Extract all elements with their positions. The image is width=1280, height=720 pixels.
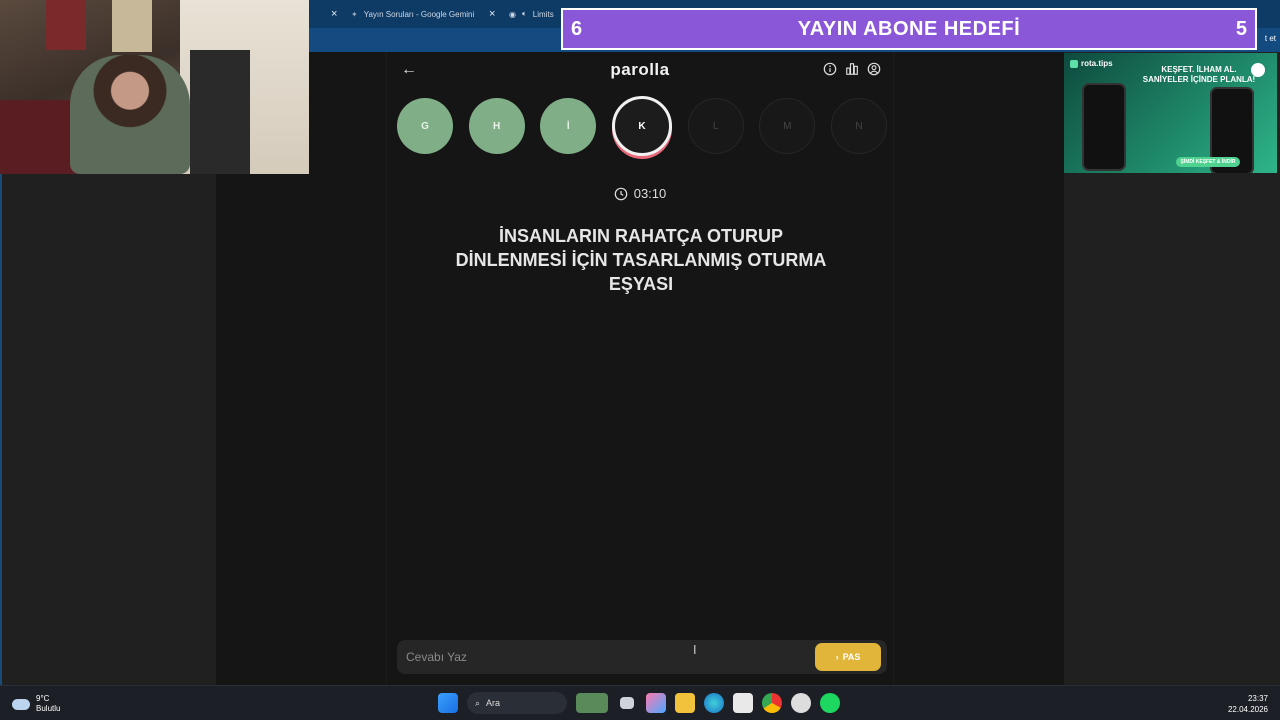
answer-input[interactable] <box>406 650 786 664</box>
search-label: Ara <box>486 698 501 708</box>
windows-start-icon[interactable] <box>438 693 458 713</box>
ad-headline-2: SANİYELER İÇİNDE PLANLA! <box>1142 75 1256 84</box>
widgets-icon[interactable] <box>576 693 608 713</box>
speaker-icon: 🔈︎ <box>521 9 527 18</box>
pass-label: PAS <box>842 652 861 662</box>
info-icon[interactable] <box>823 62 837 76</box>
letter-circle-m: M <box>759 98 816 154</box>
letter-circle-n: N <box>830 98 887 154</box>
pass-button[interactable]: › PAS <box>815 643 881 671</box>
text-cursor-icon: I <box>693 643 697 657</box>
goal-left-value: 6 <box>571 17 583 40</box>
gemini-icon: ✦ <box>351 9 358 19</box>
webcam-overlay <box>0 0 309 174</box>
letter-circle-g: G <box>397 98 453 154</box>
goal-right-value: 5 <box>1235 17 1247 40</box>
timer-value: 03:10 <box>633 186 667 201</box>
letter-circle-l: L <box>687 98 744 154</box>
tab-close-left[interactable]: × <box>331 4 337 24</box>
copilot-icon[interactable] <box>646 693 666 713</box>
game-logo: parolla <box>610 60 670 79</box>
user-icon[interactable] <box>867 62 881 76</box>
spotify-icon[interactable] <box>820 693 840 713</box>
chrome-icon[interactable] <box>762 693 782 713</box>
chevron-right-icon: › <box>835 652 839 662</box>
edge-browser-icon[interactable] <box>704 693 724 713</box>
system-clock[interactable]: 23:37 22.04.2026 <box>1228 693 1268 715</box>
close-icon[interactable]: × <box>331 8 337 20</box>
ad-brand-label: rota.tips <box>1081 59 1113 68</box>
ad-close-icon[interactable] <box>1251 63 1265 77</box>
answer-bar: › PAS <box>397 640 887 674</box>
webcam-shelf <box>190 50 250 174</box>
clock-icon <box>614 187 628 200</box>
stats-icon[interactable] <box>845 62 859 76</box>
webcam-picture <box>112 0 152 52</box>
subscriber-goal-bar: 6 YAYIN ABONE HEDEFİ 5 <box>561 8 1257 50</box>
ad-cta-button[interactable]: ŞİMDİ KEŞFET & İNDİR <box>1176 157 1240 167</box>
left-desktop-area <box>0 174 216 685</box>
letter-row: G H İ K L M N <box>397 96 887 156</box>
letter-circle-h: H <box>468 98 525 154</box>
clock-time: 23:37 <box>1247 694 1268 703</box>
tab-limits[interactable]: ◉ 🔈︎ Limits <box>509 4 554 24</box>
tab-close-gemini[interactable]: × <box>489 4 495 24</box>
weather-desc: Bulutlu <box>36 704 61 713</box>
search-icon: ⌕ <box>475 697 481 708</box>
webcam-person <box>70 55 190 174</box>
timer: 03:10 <box>387 186 893 201</box>
ad-phone-image <box>1082 83 1126 171</box>
weather-text: 9°C Bulutlu <box>36 694 60 714</box>
steam-icon[interactable] <box>791 693 811 713</box>
tab-label: Limits <box>532 9 554 19</box>
taskbar: 9°C Bulutlu ⌕ Ara 23:37 22.04.2026 <box>0 685 1280 720</box>
right-desktop-area <box>1064 172 1280 685</box>
toolbar-text: t et <box>1264 34 1276 43</box>
letter-circle-i: İ <box>540 98 597 154</box>
weather-widget[interactable]: 9°C Bulutlu <box>12 694 60 714</box>
task-view-icon[interactable] <box>620 697 634 709</box>
clock-date: 22.04.2026 <box>1227 705 1268 714</box>
header-icons <box>823 62 881 76</box>
advertisement-banner[interactable]: rota.tips KEŞFET. İLHAM AL. SANİYELER İÇ… <box>1064 53 1277 173</box>
question-text: İNSANLARIN RAHATÇA OTURUP DİNLENMESİ İÇİ… <box>455 226 827 294</box>
file-explorer-icon[interactable] <box>675 693 695 713</box>
taskbar-apps: ⌕ Ara <box>438 692 840 714</box>
letter-circle-k-current: K <box>611 96 672 156</box>
media-icon: ◉ <box>509 9 516 19</box>
webcam-picture <box>46 0 86 50</box>
store-icon[interactable] <box>733 693 753 713</box>
ad-logo-icon <box>1070 59 1078 68</box>
tab-label: Yayın Soruları - Google Gemini <box>363 9 475 19</box>
webcam-chair <box>0 100 80 174</box>
taskbar-search[interactable]: ⌕ Ara <box>467 692 567 714</box>
weather-temp: 9°C <box>36 694 50 703</box>
screen: × ✦ Yayın Soruları - Google Gemini × ◉ 🔈… <box>0 0 1280 720</box>
goal-title: YAYIN ABONE HEDEFİ <box>797 17 1021 40</box>
close-icon[interactable]: × <box>489 8 495 20</box>
parolla-game: ← parolla G H İ K L M N 03:10 İNSANLARIN… <box>386 52 894 685</box>
tab-gemini[interactable]: ✦ Yayın Soruları - Google Gemini <box>351 4 474 24</box>
ad-brand: rota.tips <box>1070 59 1113 68</box>
cloud-icon <box>12 698 30 710</box>
